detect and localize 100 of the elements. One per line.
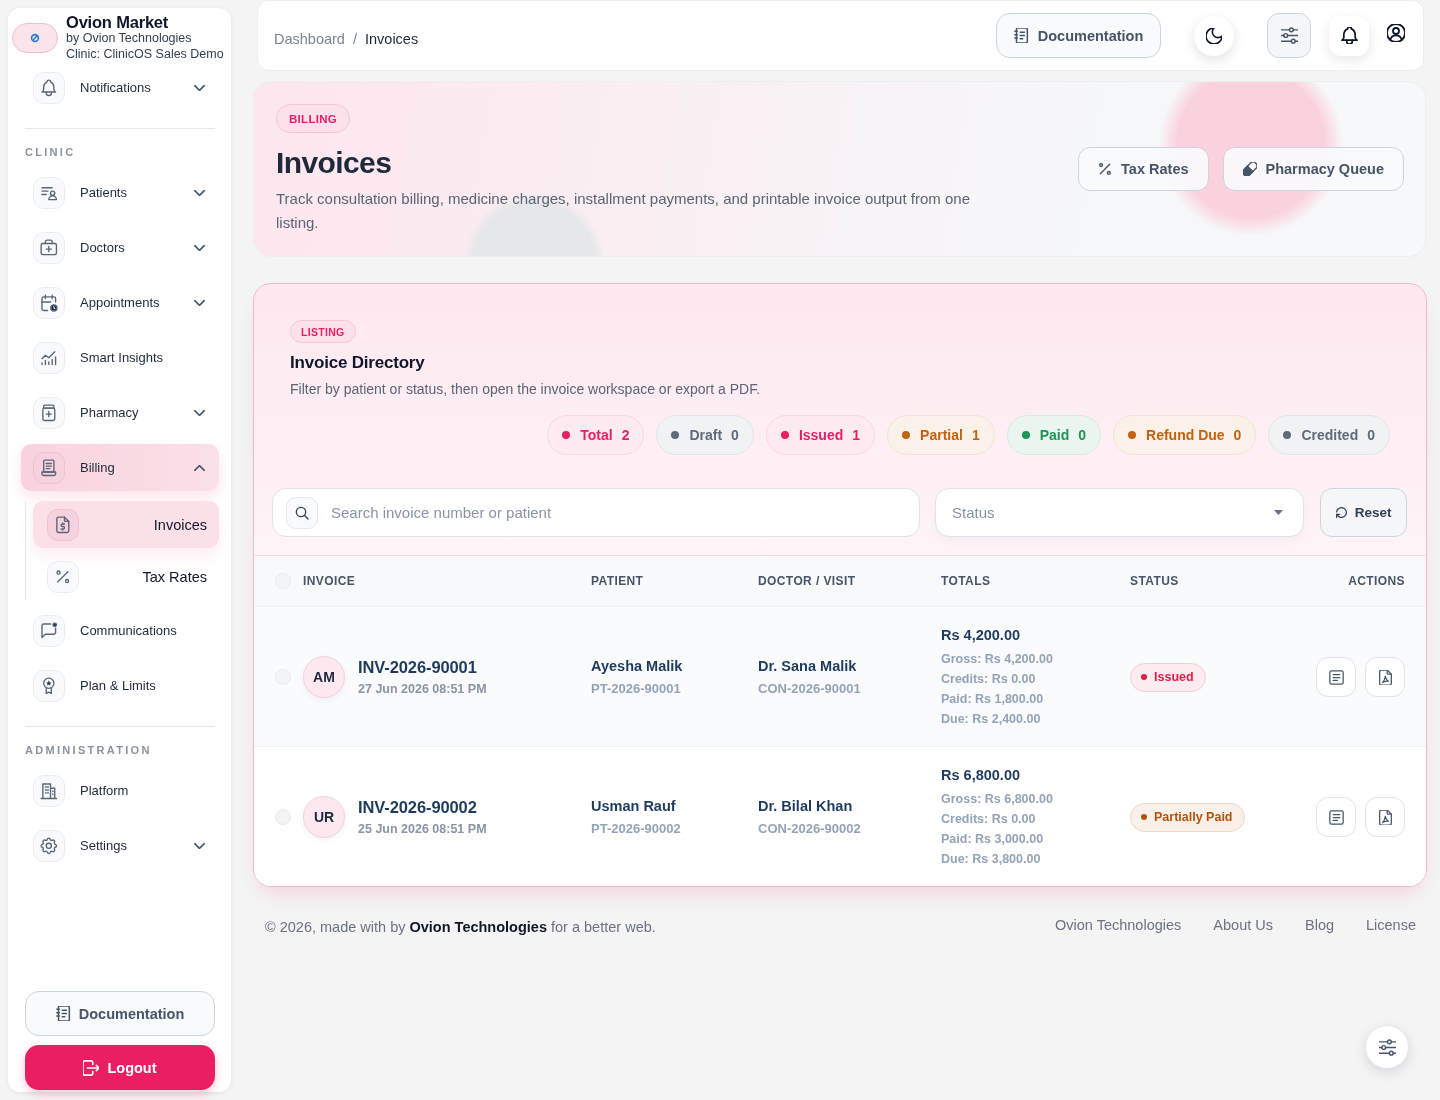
nav-item[interactable]: Settings [21, 822, 219, 869]
column-header: PATIENT [591, 574, 645, 588]
adjustments-button[interactable] [1267, 13, 1311, 58]
logout-icon [83, 1059, 100, 1076]
notifications-button[interactable] [1329, 15, 1369, 56]
breadcrumb-separator: / [352, 30, 357, 47]
nav-subitem[interactable]: Invoices [33, 501, 219, 548]
initials-avatar: UR [303, 796, 345, 838]
nav-item[interactable]: Patients [21, 169, 219, 216]
medicine-bottle-icon [33, 396, 65, 429]
nav-item[interactable]: Plan & Limits [21, 662, 219, 709]
nav-item[interactable]: Appointments [21, 279, 219, 326]
column-header: TOTALS [941, 574, 992, 588]
search-field[interactable]: Search invoice number or patient [272, 488, 920, 537]
tax-rates-button[interactable]: Tax Rates [1078, 147, 1209, 191]
nav-item[interactable]: Billing [21, 444, 219, 491]
amount-line: Due: Rs 3,800.00 [941, 851, 1041, 868]
column-header: STATUS [1130, 574, 1180, 588]
amount-line: Paid: Rs 1,800.00 [941, 691, 1044, 708]
category-badge: BILLING [276, 104, 351, 133]
invoice-number: INV-2026-90002 [358, 796, 477, 817]
status-filter-chip[interactable]: Credited 0 [1268, 415, 1390, 455]
nav-item[interactable]: Platform [21, 767, 219, 814]
calendar-clock-icon [33, 286, 65, 319]
footer-link[interactable]: License [1366, 917, 1416, 933]
pdf-button[interactable] [1365, 657, 1405, 697]
visit-id: CON-2026-90002 [758, 820, 861, 838]
brand-subtitle: by Ovion Technologies [66, 29, 193, 46]
status-filter-chip[interactable]: Refund Due 0 [1113, 415, 1257, 455]
section-description: Filter by patient or status, then open the invoice workspace or export a PDF. [290, 380, 762, 398]
brand-title: Ovion Market [66, 13, 170, 30]
medical-bag-icon [33, 231, 65, 264]
nav-item[interactable]: Pharmacy [21, 389, 219, 436]
notebook-icon [55, 1006, 71, 1021]
category-badge: LISTING [290, 320, 356, 343]
invoice-number: INV-2026-90001 [358, 656, 477, 677]
theme-toggle-button[interactable] [1194, 15, 1234, 56]
reset-button[interactable]: Reset [1320, 488, 1407, 537]
user-icon[interactable] [1387, 23, 1405, 42]
page-description: Track consultation billing, medicine charges, installment payments, and printable invoice output from one listing. [276, 189, 971, 233]
total-amount: Rs 6,800.00 [941, 766, 1020, 785]
award-icon [33, 669, 65, 702]
clinic-name: Clinic: ClinicOS Sales Demo [66, 45, 224, 62]
section-title: ADMINISTRATION [25, 743, 153, 758]
status-filter-chip[interactable]: Draft 0 [656, 415, 754, 455]
sliders-icon [1378, 1038, 1396, 1056]
view-button[interactable] [1316, 657, 1356, 697]
status-filter-chip[interactable]: Partial 1 [887, 415, 995, 455]
caret-icon [1274, 510, 1284, 515]
rotate-arrow-icon [1335, 507, 1347, 518]
status-filter-chip[interactable]: Paid 0 [1006, 415, 1102, 455]
nav-item[interactable]: Doctors [21, 224, 219, 271]
visit-id: CON-2026-90001 [758, 680, 861, 698]
footer-link[interactable]: Ovion Technologies [1055, 917, 1182, 933]
amount-line: Credits: Rs 0.00 [941, 811, 1036, 828]
nav-subitem[interactable]: Tax Rates [33, 553, 219, 600]
settings-fab[interactable] [1365, 1025, 1409, 1069]
moon-icon [1206, 27, 1222, 44]
pdf-button[interactable] [1365, 797, 1405, 837]
documentation-button[interactable]: Documentation [25, 991, 215, 1036]
invoice-date: 25 Jun 2026 08:51 PM [358, 820, 487, 838]
view-button[interactable] [1316, 797, 1356, 837]
doctor-name: Dr. Sana Malik [758, 657, 857, 676]
section-title: CLINIC [25, 145, 77, 160]
sliders-icon [1280, 27, 1298, 44]
nav-item[interactable]: Smart Insights [21, 334, 219, 381]
breadcrumb-link[interactable]: Dashboard [274, 30, 345, 47]
nav-item[interactable]: Communications [21, 607, 219, 654]
amount-line: Gross: Rs 4,200.00 [941, 651, 1053, 668]
status-label: Partially Paid [1154, 810, 1233, 824]
document-lines-icon [1328, 809, 1344, 825]
pharmacy-queue-button[interactable]: Pharmacy Queue [1222, 147, 1404, 191]
patient-id: PT-2026-90002 [591, 820, 681, 838]
bell-icon [1340, 27, 1358, 44]
dollar-document-icon [47, 508, 79, 541]
document-lines-icon [1328, 669, 1344, 685]
footer-link[interactable]: Blog [1305, 917, 1334, 933]
receipt-icon [33, 451, 65, 484]
pdf-file-icon [1377, 809, 1393, 825]
pill-icon [1242, 162, 1257, 176]
percent-icon [1098, 162, 1113, 176]
breadcrumb-current: Invoices [364, 30, 419, 47]
patient-id: PT-2026-90001 [591, 680, 681, 698]
status-filter-chip[interactable]: Total 2 [547, 415, 645, 455]
patient-name: Usman Rauf [591, 797, 676, 816]
column-header: ACTIONS [1348, 574, 1405, 588]
logout-button[interactable]: Logout [25, 1045, 215, 1090]
column-header: DOCTOR / VISIT [758, 574, 857, 588]
logo-icon [12, 22, 58, 53]
amount-line: Credits: Rs 0.00 [941, 671, 1036, 688]
settings-icon [33, 829, 65, 862]
documentation-button[interactable]: Documentation [996, 13, 1161, 58]
status-filter-chip[interactable]: Issued 1 [765, 415, 876, 455]
building-icon [33, 774, 65, 807]
nav-item[interactable]: Notifications [21, 64, 219, 111]
footer-credit: © 2026, made with by Ovion Technologies for a better web. [265, 919, 656, 935]
percent-icon [47, 560, 79, 593]
footer-link[interactable]: About Us [1213, 917, 1273, 933]
status-label: Issued [1154, 670, 1194, 684]
search-icon [286, 496, 318, 529]
